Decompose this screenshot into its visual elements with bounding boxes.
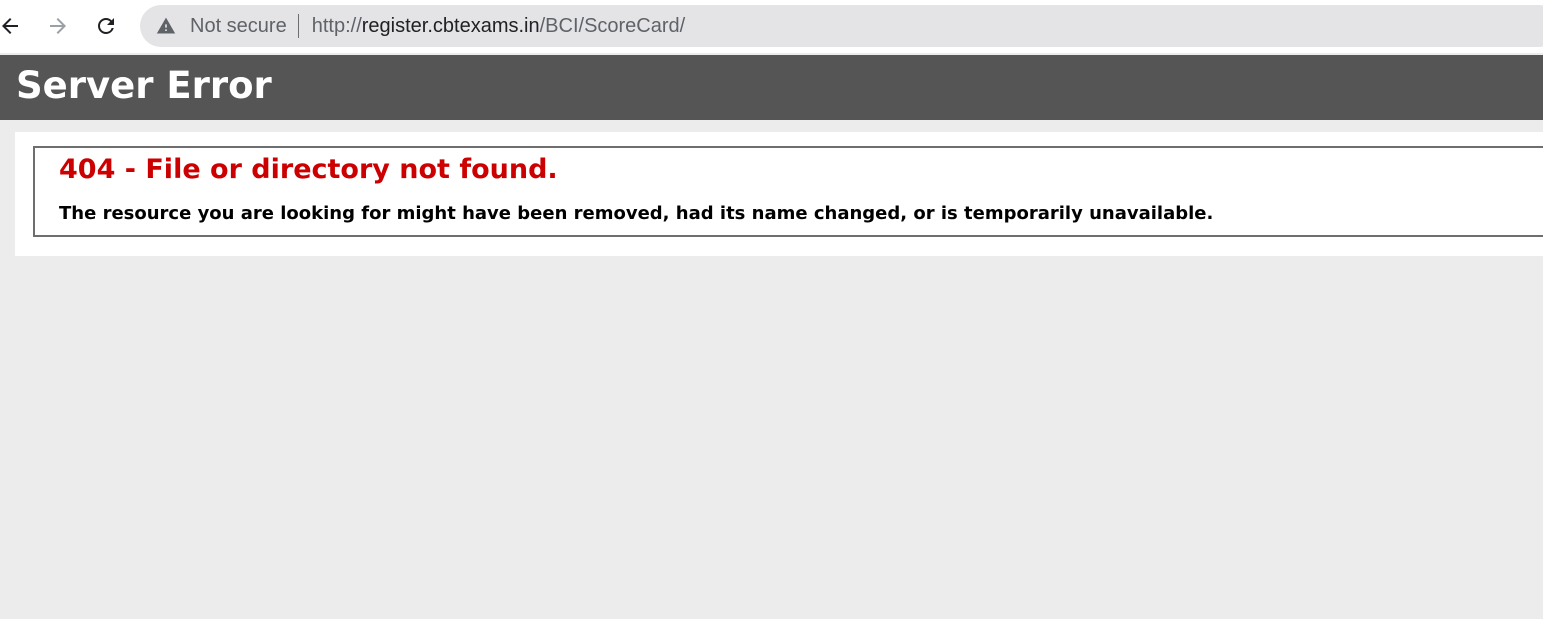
browser-toolbar: Not secure http://register.cbtexams.in/B… xyxy=(0,0,1543,53)
forward-button[interactable] xyxy=(42,10,74,42)
back-button[interactable] xyxy=(0,10,26,42)
page-title: Server Error xyxy=(16,64,272,107)
error-heading: 404 - File or directory not found. xyxy=(59,154,558,185)
reload-button[interactable] xyxy=(90,10,122,42)
url-text[interactable]: http://register.cbtexams.in/BCI/ScoreCar… xyxy=(312,15,686,38)
url-scheme: http:// xyxy=(311,14,362,37)
security-label: Not secure xyxy=(190,14,287,37)
page-header: Server Error xyxy=(0,55,1543,120)
omnibox-divider xyxy=(297,14,299,38)
error-content: 404 - File or directory not found. The r… xyxy=(15,132,1543,256)
error-message: The resource you are looking for might h… xyxy=(59,203,1214,224)
arrow-left-icon xyxy=(2,18,18,34)
url-path: /BCI/ScoreCard/ xyxy=(539,14,686,37)
address-bar[interactable]: Not secure http://register.cbtexams.in/B… xyxy=(140,5,1543,47)
security-indicator[interactable]: Not secure http://register.cbtexams.in/B… xyxy=(156,5,685,47)
error-box: 404 - File or directory not found. The r… xyxy=(33,146,1543,237)
reload-icon xyxy=(98,18,114,34)
warning-triangle-icon xyxy=(156,16,176,36)
arrow-right-icon xyxy=(50,18,66,34)
url-host: register.cbtexams.in xyxy=(361,14,540,37)
